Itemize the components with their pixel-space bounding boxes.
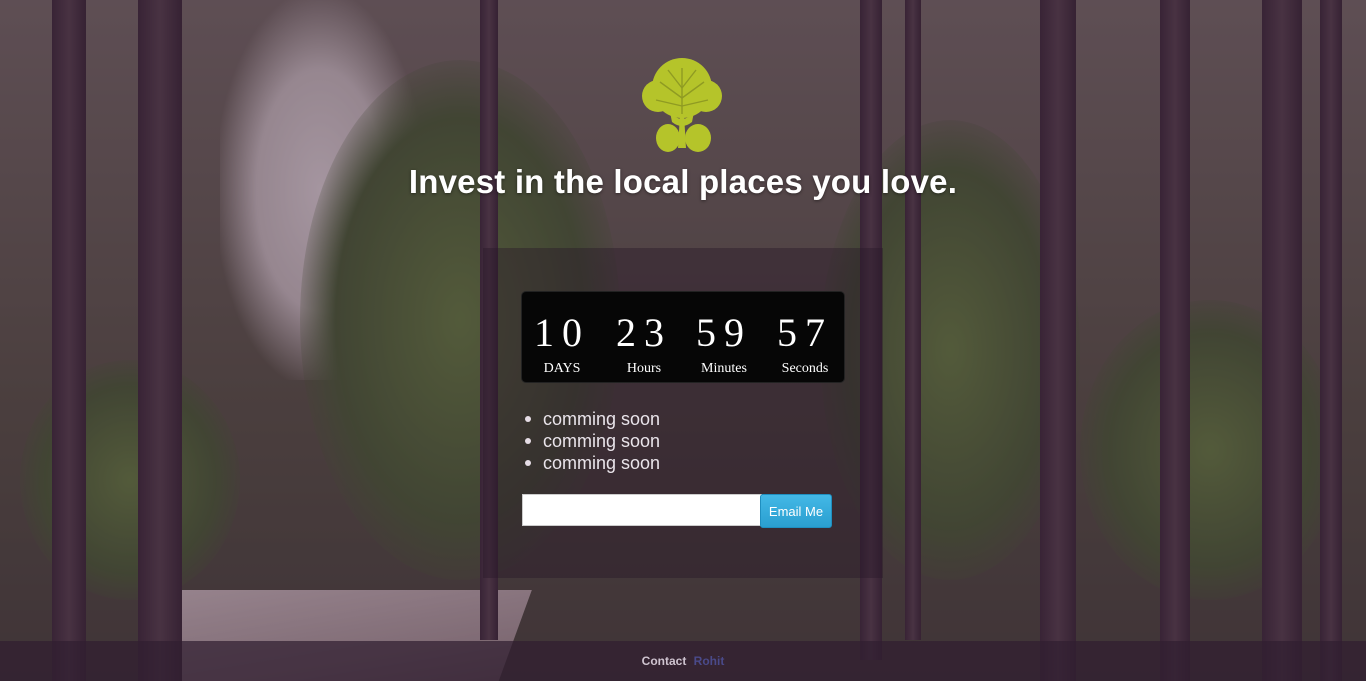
bullet-icon — [525, 438, 531, 444]
list-item-text: comming soon — [543, 409, 661, 429]
tree-icon — [642, 58, 722, 152]
list-item: comming soon — [523, 452, 660, 474]
list-item-text: comming soon — [543, 431, 661, 451]
countdown-minutes-label: Minutes — [701, 361, 747, 376]
countdown-days-value: 10 — [534, 310, 590, 355]
countdown-days: 10 DAYS — [522, 292, 602, 377]
footer-contact-label: Contact — [641, 654, 687, 668]
countdown-hours: 23 Hours — [604, 292, 684, 377]
feature-list: comming soon comming soon comming soon — [523, 408, 660, 474]
list-item: comming soon — [523, 408, 660, 430]
footer-contact-link[interactable]: Rohit — [694, 654, 725, 668]
email-me-button[interactable]: Email Me — [760, 494, 832, 528]
countdown-seconds-value: 57 — [777, 310, 833, 355]
countdown-minutes: 59 Minutes — [684, 292, 764, 377]
bullet-icon — [525, 416, 531, 422]
email-input[interactable] — [522, 494, 762, 526]
list-item-text: comming soon — [543, 453, 661, 473]
countdown-timer: 10 DAYS 23 Hours 59 Minutes 57 Seconds — [522, 292, 844, 382]
countdown-days-label: DAYS — [543, 361, 581, 376]
bullet-icon — [525, 460, 531, 466]
page-headline: Invest in the local places you love. — [408, 163, 958, 200]
countdown-hours-value: 23 — [616, 310, 672, 355]
footer: Contact Rohit — [0, 641, 1366, 681]
countdown-hours-label: Hours — [626, 361, 662, 376]
countdown-seconds: 57 Seconds — [765, 292, 845, 377]
countdown-seconds-label: Seconds — [781, 361, 829, 376]
countdown-minutes-value: 59 — [696, 310, 752, 355]
list-item: comming soon — [523, 430, 660, 452]
